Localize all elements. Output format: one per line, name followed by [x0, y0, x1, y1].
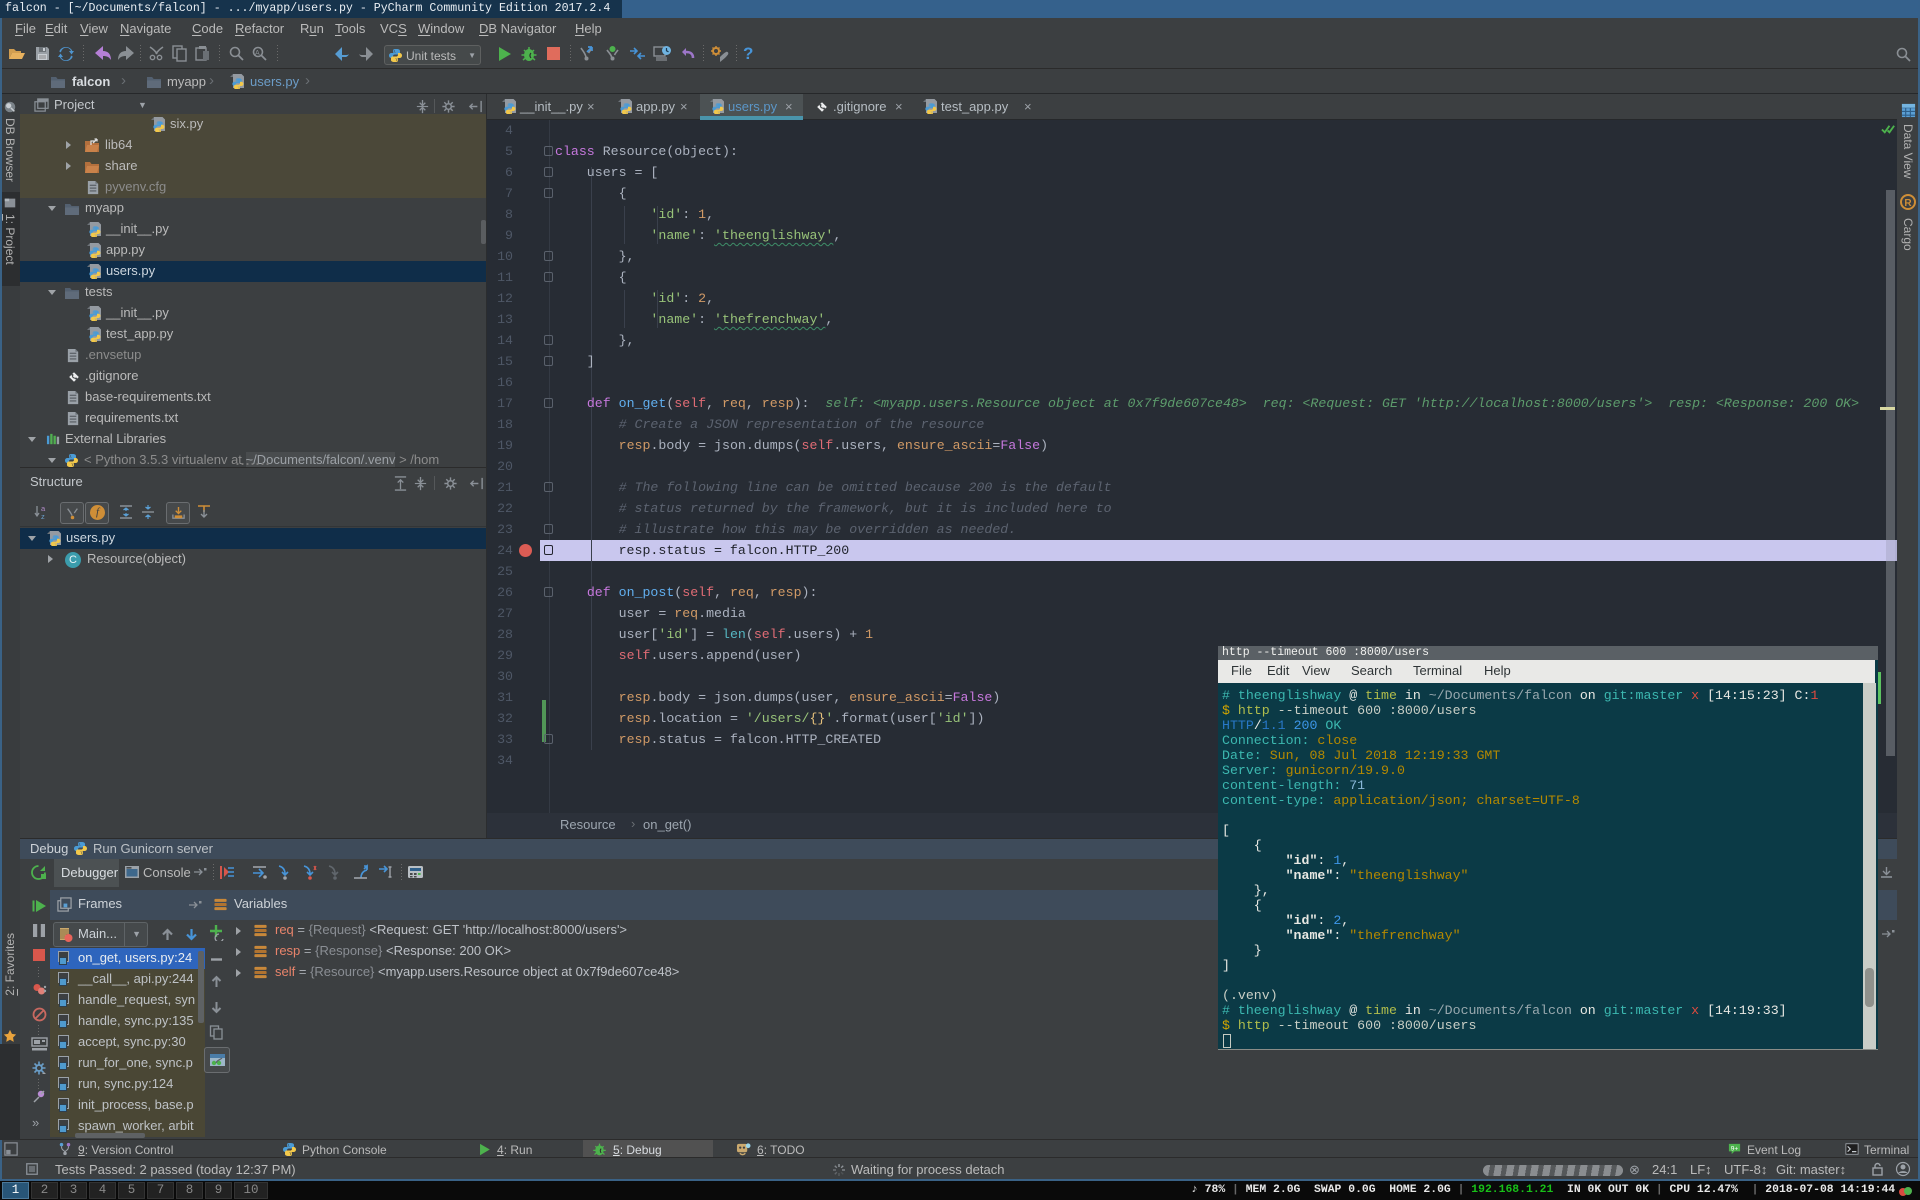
svg-text:z: z [41, 512, 45, 520]
svg-text:9+: 9+ [1731, 1145, 1739, 1152]
svg-text:A: A [255, 50, 260, 57]
